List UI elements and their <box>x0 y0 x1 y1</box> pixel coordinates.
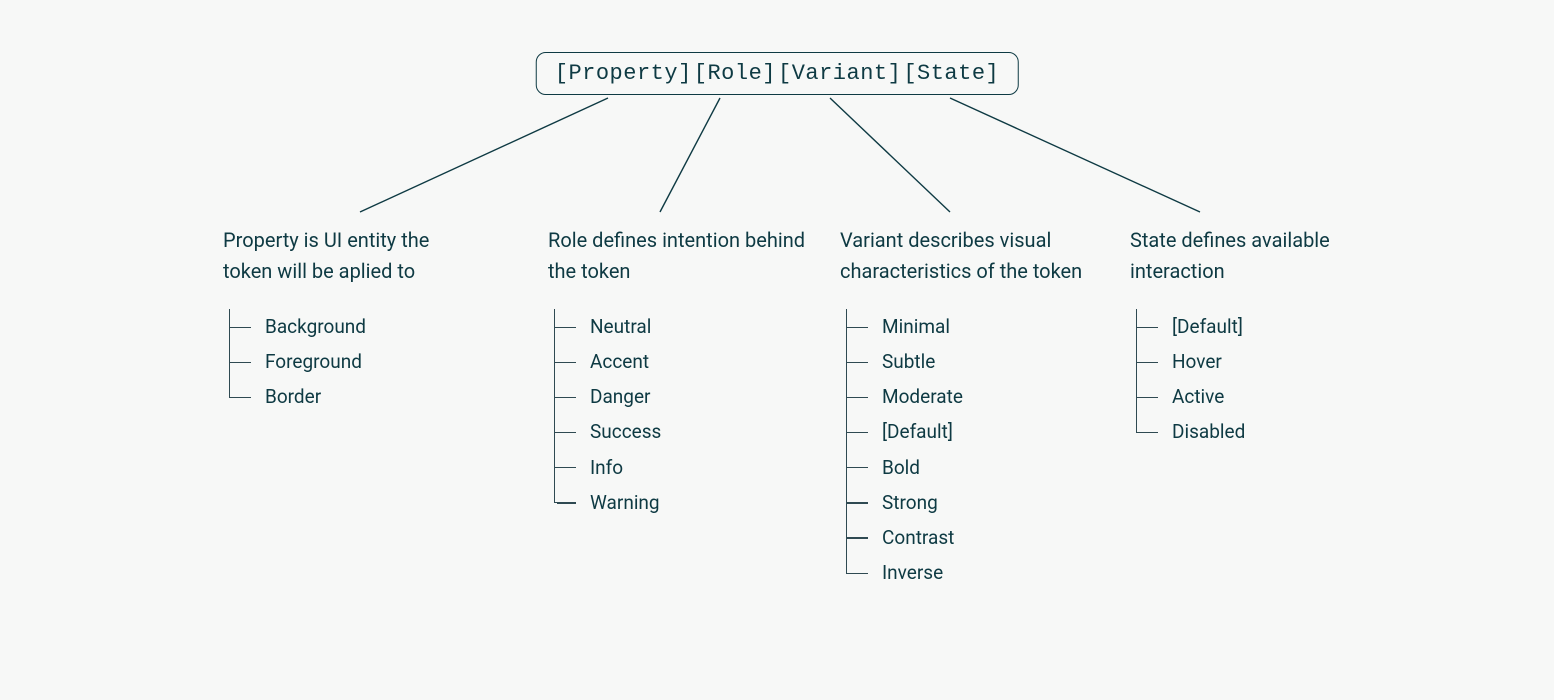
list-item: Strong <box>868 485 1100 520</box>
list-item: Warning <box>576 485 808 520</box>
list-item: Success <box>576 414 808 449</box>
token-pattern-box: [Property] [Role] [Variant] [State] <box>536 52 1019 95</box>
column-role-desc: Role defines intention behind the token <box>548 225 808 287</box>
column-property: Property is UI entity the token will be … <box>223 225 483 414</box>
pattern-part-property: [Property] <box>555 61 692 86</box>
column-state: State defines available interaction [Def… <box>1130 225 1350 450</box>
list-item: Info <box>576 450 808 485</box>
list-item: Active <box>1158 379 1350 414</box>
pattern-part-role: [Role] <box>694 61 776 86</box>
column-state-tree: [Default] Hover Active Disabled <box>1130 309 1350 450</box>
list-item: Background <box>251 309 483 344</box>
list-item: Danger <box>576 379 808 414</box>
column-property-desc: Property is UI entity the token will be … <box>223 225 483 287</box>
list-item: Subtle <box>868 344 1100 379</box>
pattern-part-variant: [Variant] <box>778 61 901 86</box>
diagram-canvas: [Property] [Role] [Variant] [State] Prop… <box>0 0 1554 700</box>
column-property-tree: Background Foreground Border <box>223 309 483 414</box>
list-item: Hover <box>1158 344 1350 379</box>
list-item: Bold <box>868 450 1100 485</box>
list-item: Inverse <box>868 555 1100 590</box>
column-state-desc: State defines available interaction <box>1130 225 1350 287</box>
list-item: Foreground <box>251 344 483 379</box>
list-item: [Default] <box>868 414 1100 449</box>
list-item: Border <box>251 379 483 414</box>
column-variant-tree: Minimal Subtle Moderate [Default] Bold S… <box>840 309 1100 590</box>
pattern-part-state: [State] <box>903 61 999 86</box>
list-item: Neutral <box>576 309 808 344</box>
column-variant: Variant describes visual characteristics… <box>840 225 1100 590</box>
list-item: Contrast <box>868 520 1100 555</box>
list-item: [Default] <box>1158 309 1350 344</box>
list-item: Accent <box>576 344 808 379</box>
column-variant-desc: Variant describes visual characteristics… <box>840 225 1100 287</box>
list-item: Moderate <box>868 379 1100 414</box>
list-item: Disabled <box>1158 414 1350 449</box>
column-role-tree: Neutral Accent Danger Success Info Warni… <box>548 309 808 520</box>
column-role: Role defines intention behind the token … <box>548 225 808 520</box>
list-item: Minimal <box>868 309 1100 344</box>
